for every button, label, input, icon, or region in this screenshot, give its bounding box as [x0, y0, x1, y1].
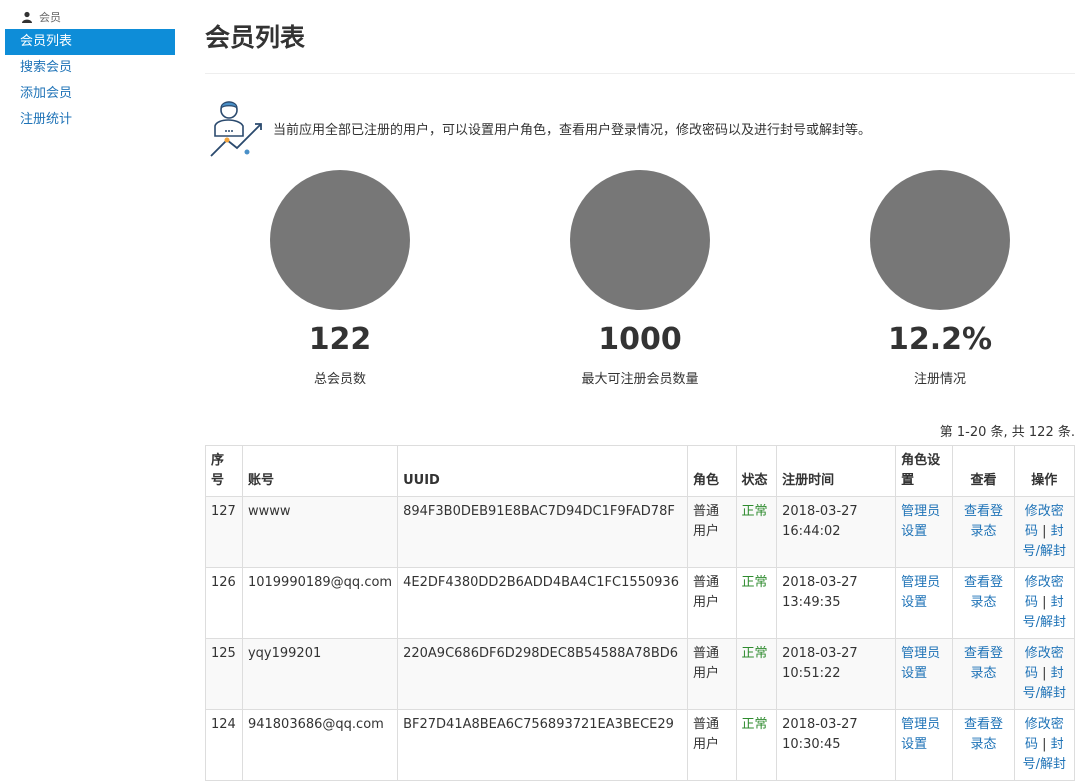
user-icon — [22, 11, 32, 23]
col-header-register-time: 注册时间 — [776, 445, 897, 497]
stat-value: 1000 — [598, 322, 682, 357]
cell-id: 126 — [205, 567, 243, 639]
sidebar-section-header: 会员 — [5, 8, 175, 26]
cell-view: 查看登录态 — [952, 496, 1015, 568]
cell-status: 正常 — [735, 638, 778, 710]
set-admin-link[interactable]: 管理员设置 — [901, 575, 940, 610]
cell-uuid: 220A9C686DF6D298DEC8B54588A78BD6 — [397, 638, 689, 710]
cell-view: 查看登录态 — [952, 638, 1015, 710]
action-separator: | — [1042, 524, 1047, 539]
action-separator: | — [1042, 737, 1047, 752]
view-login-link[interactable]: 查看登录态 — [964, 646, 1003, 681]
cell-role: 普通用户 — [687, 496, 737, 568]
stat-circle — [870, 170, 1010, 310]
stat-circle — [570, 170, 710, 310]
cell-view: 查看登录态 — [952, 567, 1015, 639]
view-login-link[interactable]: 查看登录态 — [964, 575, 1003, 610]
stat-label: 最大可注册会员数量 — [581, 372, 699, 387]
table-row: 125 yqy199201 220A9C686DF6D298DEC8B54588… — [205, 638, 1076, 710]
intro-panel: 当前应用全部已注册的用户，可以设置用户角色，查看用户登录情况，修改密码以及进行封… — [205, 96, 1075, 160]
action-separator: | — [1042, 666, 1047, 681]
sidebar-item-register-stats[interactable]: 注册统计 — [5, 107, 175, 133]
cell-role: 普通用户 — [687, 638, 737, 710]
stat-max-members: 1000 最大可注册会员数量 — [490, 170, 790, 387]
cell-actions: 修改密码 | 封号/解封 — [1013, 638, 1076, 710]
stat-label: 总会员数 — [313, 372, 366, 387]
cell-account: wwww — [241, 496, 399, 568]
cell-status: 正常 — [735, 496, 778, 568]
table-row: 127 wwww 894F3B0DEB91E8BAC7D94DC1F9FAD78… — [205, 496, 1076, 568]
cell-view: 查看登录态 — [952, 709, 1015, 781]
stat-circle — [270, 170, 410, 310]
cell-role: 普通用户 — [687, 567, 737, 639]
cell-register-time: 2018-03-27 13:49:35 — [776, 567, 897, 639]
stat-register-ratio: 12.2% 注册情况 — [790, 170, 1090, 387]
set-admin-link[interactable]: 管理员设置 — [901, 717, 940, 752]
main-content: 会员列表 当前应用全部已注册的用户，可以设置用户角色，查看用户登录情况，修改密码… — [205, 0, 1076, 781]
cell-id: 127 — [205, 496, 243, 568]
page-title: 会员列表 — [205, 0, 1075, 74]
cell-account: yqy199201 — [241, 638, 399, 710]
stats-row: 122 总会员数 1000 最大可注册会员数量 12.2% 注册情况 — [205, 170, 1075, 390]
action-separator: | — [1042, 595, 1047, 610]
table-row: 124 941803686@qq.com BF27D41A8BEA6C75689… — [205, 709, 1076, 781]
cell-role-setting: 管理员设置 — [895, 709, 954, 781]
cell-register-time: 2018-03-27 10:51:22 — [776, 638, 897, 710]
cell-register-time: 2018-03-27 16:44:02 — [776, 496, 897, 568]
view-login-link[interactable]: 查看登录态 — [964, 717, 1003, 752]
cell-actions: 修改密码 | 封号/解封 — [1013, 567, 1076, 639]
sidebar-section-label: 会员 — [39, 11, 61, 24]
user-growth-illustration-icon — [210, 101, 262, 157]
col-header-actions: 操作 — [1013, 445, 1076, 497]
sidebar-menu: 会员列表 搜索会员 添加会员 注册统计 — [5, 29, 175, 133]
set-admin-link[interactable]: 管理员设置 — [901, 646, 940, 681]
cell-status: 正常 — [735, 567, 778, 639]
stat-total-members: 122 总会员数 — [190, 170, 490, 387]
intro-text: 当前应用全部已注册的用户，可以设置用户角色，查看用户登录情况，修改密码以及进行封… — [273, 123, 872, 138]
view-login-link[interactable]: 查看登录态 — [964, 504, 1003, 539]
cell-account: 941803686@qq.com — [241, 709, 399, 781]
sidebar-item-member-list[interactable]: 会员列表 — [5, 29, 175, 55]
sidebar-item-add-member[interactable]: 添加会员 — [5, 81, 175, 107]
cell-id: 124 — [205, 709, 243, 781]
cell-register-time: 2018-03-27 10:30:45 — [776, 709, 897, 781]
stat-label: 注册情况 — [913, 372, 966, 387]
cell-uuid: 894F3B0DEB91E8BAC7D94DC1F9FAD78F — [397, 496, 689, 568]
col-header-id: 序号 — [205, 445, 243, 497]
stat-value: 12.2% — [887, 322, 993, 357]
set-admin-link[interactable]: 管理员设置 — [901, 504, 940, 539]
stat-value: 122 — [308, 322, 372, 357]
cell-role-setting: 管理员设置 — [895, 496, 954, 568]
col-header-role: 角色 — [687, 445, 737, 497]
cell-account: 1019990189@qq.com — [241, 567, 399, 639]
cell-id: 125 — [205, 638, 243, 710]
cell-actions: 修改密码 | 封号/解封 — [1013, 496, 1076, 568]
col-header-role-setting: 角色设置 — [895, 445, 954, 497]
cell-uuid: 4E2DF4380DD2B6ADD4BA4C1FC1550936 — [397, 567, 689, 639]
cell-actions: 修改密码 | 封号/解封 — [1013, 709, 1076, 781]
member-table: 序号 账号 UUID 角色 状态 注册时间 角色设置 查看 操作 127 www… — [205, 445, 1076, 781]
pagination-summary: 第 1-20 条, 共 122 条. — [939, 425, 1075, 440]
sidebar-item-search-member[interactable]: 搜索会员 — [5, 55, 175, 81]
col-header-view: 查看 — [952, 445, 1015, 497]
table-header-row: 序号 账号 UUID 角色 状态 注册时间 角色设置 查看 操作 — [205, 445, 1076, 497]
cell-role-setting: 管理员设置 — [895, 638, 954, 710]
cell-status: 正常 — [735, 709, 778, 781]
col-header-status: 状态 — [735, 445, 778, 497]
col-header-uuid: UUID — [397, 445, 689, 497]
sidebar: 会员 会员列表 搜索会员 添加会员 注册统计 — [5, 8, 175, 133]
cell-role-setting: 管理员设置 — [895, 567, 954, 639]
cell-role: 普通用户 — [687, 709, 737, 781]
table-row: 126 1019990189@qq.com 4E2DF4380DD2B6ADD4… — [205, 567, 1076, 639]
cell-uuid: BF27D41A8BEA6C756893721EA3BECE29 — [397, 709, 689, 781]
col-header-account: 账号 — [241, 445, 399, 497]
